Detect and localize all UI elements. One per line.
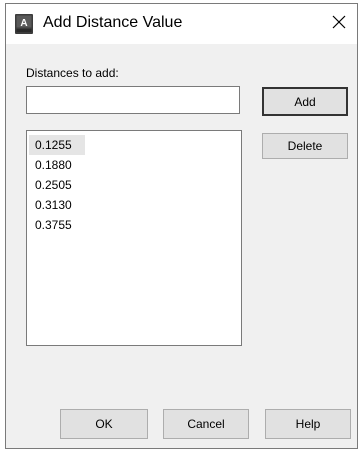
help-button[interactable]: Help [265, 409, 351, 439]
list-item[interactable]: 0.3755 [29, 215, 85, 235]
close-button[interactable] [325, 10, 353, 38]
delete-button[interactable]: Delete [262, 133, 348, 159]
add-button[interactable]: Add [262, 87, 348, 116]
distances-to-add-label: Distances to add: [26, 66, 119, 80]
cancel-button[interactable]: Cancel [163, 409, 249, 439]
title-bar: A Add Distance Value [6, 4, 357, 44]
list-item[interactable]: 0.1255 [29, 135, 85, 155]
ok-button[interactable]: OK [60, 409, 148, 439]
add-distance-value-dialog: A Add Distance Value Distances to add: A… [5, 3, 358, 449]
svg-text:A: A [20, 18, 27, 29]
distance-input[interactable] [26, 86, 240, 114]
list-item[interactable]: 0.1880 [29, 155, 85, 175]
window-title: Add Distance Value [43, 14, 183, 31]
close-icon [332, 15, 346, 34]
autocad-icon: A [15, 14, 33, 34]
list-item[interactable]: 0.3130 [29, 195, 85, 215]
list-item[interactable]: 0.2505 [29, 175, 85, 195]
distances-listbox[interactable]: 0.1255 0.1880 0.2505 0.3130 0.3755 [26, 130, 242, 346]
